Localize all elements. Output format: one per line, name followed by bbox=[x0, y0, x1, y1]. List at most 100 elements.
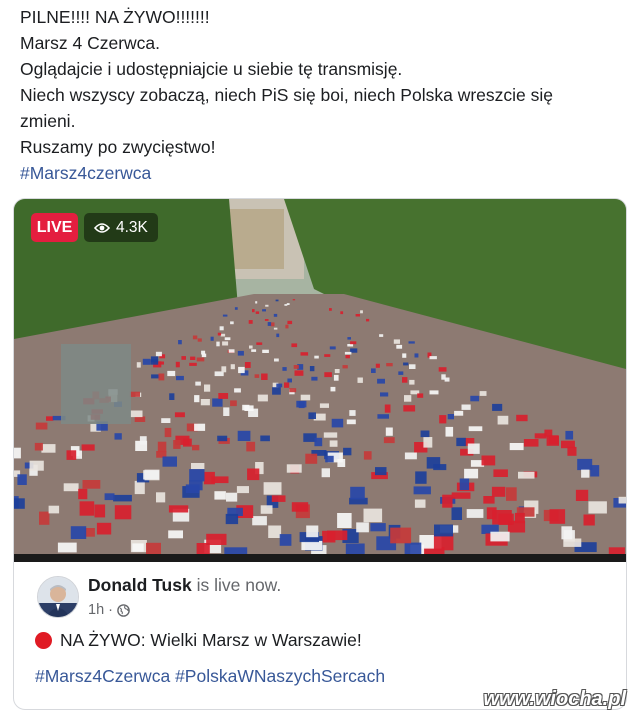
flag bbox=[321, 468, 330, 478]
broadcast-hashtags: #Marsz4Czerwca #PolskaWNaszychSercach bbox=[35, 666, 385, 687]
flag bbox=[319, 403, 329, 408]
post-text: PILNE!!!! NA ŻYWO!!!!!!! Marsz 4 Czerwca… bbox=[20, 4, 620, 186]
flag bbox=[375, 363, 380, 368]
flag bbox=[236, 486, 249, 494]
flag bbox=[468, 426, 483, 432]
flag bbox=[282, 367, 287, 371]
flag bbox=[467, 443, 480, 454]
flag bbox=[230, 400, 237, 407]
flag bbox=[588, 501, 607, 514]
red-circle-icon bbox=[35, 632, 52, 649]
flag bbox=[225, 513, 239, 525]
flag bbox=[402, 377, 408, 383]
flag bbox=[291, 343, 298, 348]
flag bbox=[251, 349, 257, 352]
post-time[interactable]: 1h bbox=[88, 602, 104, 618]
flag bbox=[408, 341, 415, 344]
flag bbox=[343, 447, 352, 456]
flag bbox=[561, 526, 573, 540]
flag bbox=[384, 404, 391, 413]
flag bbox=[567, 446, 577, 456]
flag bbox=[260, 505, 273, 514]
flag bbox=[291, 502, 309, 512]
broadcaster-name[interactable]: Donald Tusk bbox=[88, 575, 192, 595]
flag bbox=[262, 309, 266, 312]
globe-icon bbox=[117, 603, 130, 617]
flag bbox=[325, 455, 334, 463]
hashtag-link[interactable]: #Marsz4Czerwca bbox=[35, 666, 170, 686]
flag bbox=[451, 492, 471, 499]
flag bbox=[261, 373, 268, 380]
flag bbox=[433, 464, 447, 471]
flag bbox=[360, 310, 363, 314]
flag bbox=[249, 345, 253, 349]
flag bbox=[417, 393, 424, 398]
flag bbox=[35, 422, 48, 430]
flag bbox=[263, 482, 282, 495]
flag bbox=[534, 433, 547, 439]
flag bbox=[491, 486, 506, 497]
flag bbox=[211, 476, 229, 484]
hashtag-link[interactable]: #PolskaWNaszychSercach bbox=[175, 666, 385, 686]
flag bbox=[234, 307, 238, 310]
flag bbox=[342, 365, 348, 369]
flag bbox=[270, 322, 275, 327]
flag bbox=[168, 505, 189, 513]
flag bbox=[210, 336, 214, 341]
flag bbox=[275, 299, 279, 302]
live-video-player[interactable]: LIVE 4.3K bbox=[14, 199, 626, 554]
flag bbox=[590, 465, 600, 477]
live-badge: LIVE bbox=[31, 213, 78, 242]
flag bbox=[191, 463, 205, 470]
flag bbox=[442, 494, 453, 508]
flag bbox=[228, 349, 235, 353]
flag bbox=[174, 412, 185, 418]
flag bbox=[490, 531, 510, 542]
post-hashtag-link[interactable]: #Marsz4czerwca bbox=[20, 160, 620, 186]
flag bbox=[264, 319, 269, 321]
flag bbox=[506, 487, 517, 501]
flag bbox=[201, 350, 206, 355]
flag bbox=[237, 430, 251, 441]
flag bbox=[155, 351, 162, 357]
flag bbox=[306, 525, 319, 538]
flag bbox=[220, 333, 226, 337]
flag bbox=[167, 370, 176, 377]
flag bbox=[286, 303, 290, 305]
flag bbox=[159, 361, 164, 365]
flag bbox=[197, 338, 202, 342]
flag bbox=[234, 388, 241, 393]
flag bbox=[204, 384, 211, 392]
live-status: is live now. bbox=[196, 575, 282, 595]
flag bbox=[479, 391, 487, 396]
flag bbox=[29, 460, 44, 471]
flag bbox=[398, 371, 404, 375]
flag bbox=[34, 442, 43, 451]
flag bbox=[217, 435, 228, 442]
flag bbox=[439, 415, 447, 424]
flag bbox=[46, 416, 54, 421]
flag bbox=[130, 410, 143, 418]
flag bbox=[324, 354, 331, 357]
flag bbox=[403, 405, 416, 412]
flag bbox=[345, 355, 350, 359]
flag bbox=[447, 414, 454, 420]
caption-text: NA ŻYWO: Wielki Marsz w Warszawie! bbox=[60, 630, 362, 650]
flag bbox=[214, 491, 226, 500]
flag bbox=[271, 495, 286, 502]
flag bbox=[169, 393, 175, 400]
flag bbox=[256, 342, 263, 345]
flag bbox=[377, 414, 389, 419]
eye-icon bbox=[94, 222, 110, 233]
profile-photo bbox=[38, 577, 78, 617]
live-video-card[interactable]: LIVE 4.3K Donald Tusk is live now. 1h · … bbox=[13, 198, 627, 710]
flag bbox=[337, 459, 346, 467]
flag bbox=[39, 511, 50, 525]
flag bbox=[150, 356, 159, 363]
flag bbox=[414, 353, 419, 358]
avatar[interactable] bbox=[37, 576, 79, 618]
flag bbox=[212, 398, 223, 407]
flag bbox=[238, 366, 245, 374]
flag bbox=[284, 382, 290, 388]
flag bbox=[497, 415, 509, 425]
